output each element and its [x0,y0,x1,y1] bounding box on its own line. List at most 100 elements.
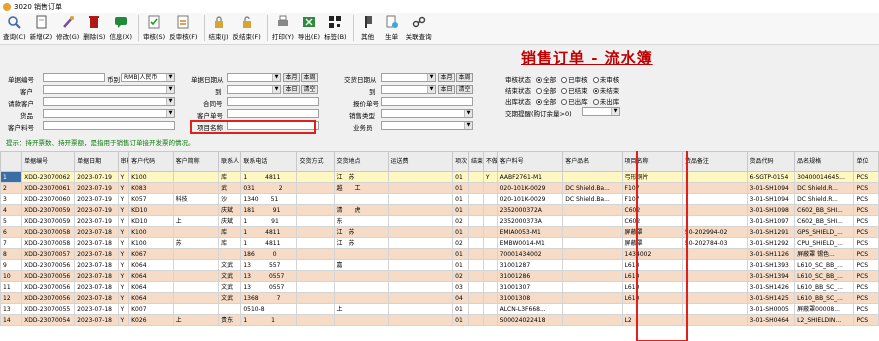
audit-audited-radio[interactable] [561,77,568,83]
chevron-down-icon[interactable]: ▼ [166,86,174,93]
new-doc-button[interactable]: 新增(Z) [29,13,54,41]
salesperson-select[interactable]: ▼ [381,121,473,130]
table-row[interactable]: 4 XDD-23070059 2023-07-19 Y KD10 庆斌 181 91 清 虎 0… [0,204,879,216]
trade-today-button[interactable]: 本日 [438,85,455,94]
due-reminder-select[interactable]: ▼ [582,107,620,116]
column-header[interactable]: 货品代码 [746,151,796,172]
column-header[interactable]: 联系电话 [240,151,298,172]
audit-unaudited-radio[interactable] [592,77,599,83]
sales-type-select[interactable]: ▼ [381,109,473,118]
column-header[interactable]: 客户料号 [496,151,564,172]
chevron-down-icon[interactable]: ▼ [166,98,174,105]
column-header[interactable]: 单据编号 [21,151,76,172]
table-cell [296,281,335,293]
table-row[interactable]: 13 XDD-23070055 2023-07-18 Y K007 0510-8 上 01 AL… [0,303,879,315]
generate-button[interactable]: 生单 [381,13,403,41]
chevron-down-icon[interactable]: ▼ [272,86,280,93]
table-row[interactable]: 1 XDD-23070062 2023-07-19 Y K100 库 1 4811 江 苏 01… [0,171,879,183]
column-header[interactable] [0,151,23,172]
chevron-down-icon[interactable]: ▼ [427,74,435,81]
column-header[interactable]: 结束标记 [468,151,484,172]
end-all-radio[interactable] [536,88,543,94]
table-row[interactable]: 8 XDD-23070057 2023-07-18 Y K067 186 0 01 70001… [0,248,879,260]
table-cell: XDD-23070056 [21,292,76,304]
column-header[interactable]: 货品备注 [681,151,748,172]
table-row[interactable]: 9 XDD-23070056 2023-07-18 Y K064 文武 13 557 嘉 01 3… [0,259,879,271]
print-button[interactable]: 打印(Y) [271,13,295,41]
chevron-down-icon[interactable]: ▼ [166,110,174,117]
approve-button[interactable]: 审核(S) [142,13,166,41]
this-month-button[interactable]: 本月 [283,73,300,82]
stock-all-radio[interactable] [536,99,543,105]
this-week-button[interactable]: 本周 [301,73,318,82]
edit-button[interactable]: 修改(G) [55,13,80,41]
audit-all-radio[interactable] [536,77,543,83]
column-header[interactable]: 客户代码 [128,151,174,172]
stock-status-group: 出库状态 全部 已出库 未出库 [505,98,620,106]
currency-select[interactable]: RMB|人民币 ▼ [121,73,175,82]
invoice-customer-select[interactable]: ▼ [43,97,175,106]
unlock-button[interactable]: 反结束(F) [232,13,262,41]
chevron-down-icon[interactable]: ▼ [166,74,174,81]
search-button[interactable]: 查询(C) [2,13,27,41]
date-from-input[interactable]: ▼ [227,73,281,82]
table-row[interactable]: 7 XDD-23070058 2023-07-18 Y K100 苏库 1 4811 江 苏 0… [0,237,879,249]
table-row[interactable]: 12 XDD-23070056 2023-07-18 Y K064 文武 1368 7 04 3… [0,292,879,304]
export-button[interactable]: 导出(E) [297,13,321,41]
table-row[interactable]: 11 XDD-23070056 2023-07-18 Y K064 文武 13 0557 03… [0,281,879,293]
stock-notout-radio[interactable] [592,99,599,105]
table-row[interactable]: 10 XDD-23070056 2023-07-18 Y K064 文武 13 0557 02… [0,270,879,282]
unapprove-button[interactable]: 反审核(F) [168,13,198,41]
contract-no-input[interactable] [227,97,319,106]
lock-button[interactable]: 结束(J) [208,13,230,41]
quote-no-input[interactable] [381,97,473,106]
column-header[interactable]: 客户品名 [562,151,623,172]
column-header[interactable]: 交货方式 [296,151,335,172]
column-header[interactable]: 审核 [117,151,130,172]
stock-out-radio[interactable] [561,99,568,105]
column-header[interactable]: 客户简称 [172,151,220,172]
column-header[interactable]: 项次 [452,151,470,172]
chevron-down-icon[interactable]: ▼ [272,74,280,81]
date-to-input[interactable]: ▼ [227,85,281,94]
chevron-down-icon[interactable]: ▼ [464,122,472,129]
table-cell: 3-01-SH1097 [746,215,796,227]
column-header[interactable]: 单据日期 [74,151,119,172]
table-row[interactable]: 6 XDD-23070058 2023-07-18 Y K100 库 1 4811 江 苏 01… [0,226,879,238]
link-button[interactable]: 关联查询 [405,13,433,41]
table-row[interactable]: 14 XDD-23070054 2023-07-18 Y K026 上贵东 1 1 01 S00… [0,314,879,326]
table-cell: Y [117,215,130,227]
customer-select[interactable]: ▼ [43,85,175,94]
column-header[interactable]: 联系人 [218,151,242,172]
column-header[interactable]: 不做MRP [482,151,498,172]
table-row[interactable]: 3 XDD-23070060 2023-07-19 Y K057 科技沙 1340 51 01… [0,193,879,205]
product-select[interactable]: ▼ [43,109,175,118]
trade-this-month-button[interactable]: 本月 [438,73,455,82]
column-header[interactable]: 品名规格 [794,151,855,172]
table-row[interactable]: 5 XDD-23070059 2023-07-19 Y KD10 上庆斌 1 91 东 02 23… [0,215,879,227]
chevron-down-icon[interactable]: ▼ [464,110,472,117]
chevron-down-icon[interactable]: ▼ [427,86,435,93]
trade-this-week-button[interactable]: 本周 [456,73,473,82]
column-header[interactable]: 交货地点 [333,151,389,172]
today-button[interactable]: 本日 [283,85,300,94]
customer-part-no-input[interactable] [43,121,175,130]
trade-clear-button[interactable]: 清空 [456,85,473,94]
chevron-down-icon[interactable]: ▼ [611,108,619,115]
order-no-input[interactable] [43,73,105,82]
barcode-button[interactable]: 标签(B) [323,13,348,41]
other-button[interactable]: 其他 [357,13,379,41]
clear-date-button[interactable]: 清空 [301,85,318,94]
customer-order-no-input[interactable] [227,109,319,118]
trade-date-from-input[interactable]: ▼ [381,73,436,82]
column-header[interactable]: 单位 [853,151,879,172]
lock-icon [212,15,226,29]
table-row[interactable]: 2 XDD-23070061 2023-07-19 Y K083 武 031 2 越 工 01 0… [0,182,879,194]
table-cell: L2_SHIELDIN... [794,314,855,326]
column-header[interactable]: 运送费 [387,151,454,172]
end-ended-radio[interactable] [561,88,568,94]
message-button[interactable]: 信息(X) [108,13,133,41]
delete-button[interactable]: 删除(S) [82,13,106,41]
trade-date-to-input[interactable]: ▼ [381,85,436,94]
end-unended-radio[interactable] [592,88,599,94]
